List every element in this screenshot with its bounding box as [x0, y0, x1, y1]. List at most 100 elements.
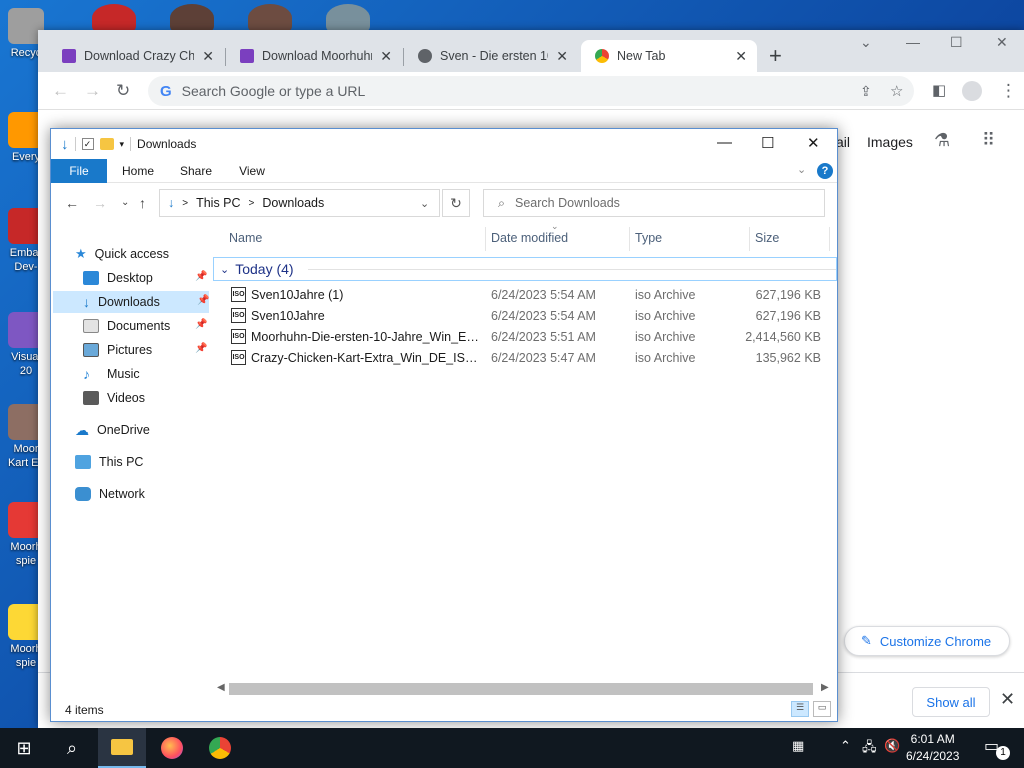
chrome-taskbar-icon[interactable]	[196, 728, 244, 768]
apps-grid-icon[interactable]: ⠿	[982, 130, 995, 151]
pin-icon[interactable]: 📌	[195, 343, 207, 354]
desktop-app-icon[interactable]	[92, 4, 136, 32]
close-window-button[interactable]: ✕	[807, 134, 820, 152]
close-window-button[interactable]: ✕	[996, 34, 1008, 51]
network-status-icon[interactable]: 🖧	[862, 738, 877, 760]
column-header-type[interactable]: Type	[635, 231, 662, 245]
tab-sven[interactable]: Sven - Die ersten 10 ✕	[404, 40, 578, 72]
expand-ribbon-chevron-icon[interactable]: ⌄	[797, 163, 806, 176]
customize-qat-chevron-icon[interactable]: ▾	[120, 139, 125, 150]
column-divider[interactable]	[829, 227, 830, 251]
nav-pictures[interactable]: Pictures 📌	[83, 339, 209, 361]
forward-arrow-icon[interactable]: →	[84, 81, 101, 101]
show-all-button[interactable]: Show all	[912, 687, 990, 717]
gmail-link[interactable]: ail	[836, 134, 850, 150]
details-view-icon[interactable]: ☰	[791, 701, 809, 717]
menu-kebab-icon[interactable]: ⋮	[1000, 81, 1017, 101]
images-link[interactable]: Images	[867, 134, 913, 150]
file-row[interactable]: ISO Sven10Jahre (1) 6/24/2023 5:54 AM iso A…	[227, 285, 837, 306]
tab-home[interactable]: Home	[113, 159, 163, 183]
tab-download-moorhuhn[interactable]: Download Moorhuhn ✕	[226, 40, 402, 72]
column-header-date-modified[interactable]: Date modified	[491, 231, 568, 245]
search-box[interactable]: ⌕ Search Downloads	[483, 189, 825, 217]
maximize-button[interactable]: ☐	[761, 134, 774, 152]
up-arrow-icon[interactable]: ↑	[139, 195, 146, 211]
large-icons-view-icon[interactable]: ▭	[813, 701, 831, 717]
tab-download-crazy-chicken[interactable]: Download Crazy Chic ✕	[48, 40, 224, 72]
nav-onedrive[interactable]: ☁ OneDrive	[75, 419, 150, 441]
address-dropdown-chevron-icon[interactable]: ⌄	[420, 197, 429, 210]
maximize-button[interactable]: ☐	[950, 34, 963, 51]
file-explorer-taskbar-icon[interactable]	[98, 728, 146, 768]
profile-avatar-icon[interactable]	[962, 81, 982, 101]
column-header-size[interactable]: Size	[755, 231, 779, 245]
file-row[interactable]: ISO Moorhuhn-Die-ersten-10-Jahre_Win_EN_.…	[227, 327, 837, 348]
file-row[interactable]: ISO Crazy-Chicken-Kart-Extra_Win_DE_ISO-V…	[227, 348, 837, 369]
tab-new-tab[interactable]: New Tab ✕	[581, 40, 757, 72]
recent-locations-chevron-icon[interactable]: ⌄	[121, 197, 129, 208]
close-tab-icon[interactable]: ✕	[380, 48, 392, 65]
scroll-left-icon[interactable]: ◀	[217, 682, 225, 693]
properties-checkbox-icon[interactable]: ✓	[81, 138, 94, 150]
search-icon[interactable]: ⌕	[48, 728, 96, 768]
nav-music[interactable]: ♪ Music	[83, 363, 140, 385]
column-divider[interactable]	[749, 227, 750, 251]
tab-file[interactable]: File	[51, 159, 107, 183]
close-tab-icon[interactable]: ✕	[556, 48, 568, 65]
nav-desktop[interactable]: Desktop 📌	[83, 267, 209, 289]
labs-flask-icon[interactable]: ⚗	[934, 130, 950, 151]
nav-this-pc[interactable]: This PC	[75, 451, 143, 473]
horizontal-scrollbar[interactable]: ◀ ▶	[215, 681, 833, 697]
pin-icon[interactable]: 📌	[195, 319, 207, 330]
group-header-today[interactable]: ⌄ Today (4)	[213, 257, 837, 281]
back-arrow-icon[interactable]: ←	[65, 195, 79, 211]
breadcrumb-downloads[interactable]: Downloads	[262, 196, 324, 210]
nav-documents[interactable]: Documents 📌	[83, 315, 209, 337]
desktop-app-icon[interactable]	[326, 4, 370, 32]
desktop-app-icon[interactable]	[170, 4, 214, 32]
collapse-chevron-icon[interactable]: ⌄	[220, 263, 229, 276]
nav-label: Quick access	[94, 247, 169, 261]
refresh-button[interactable]: ↻	[442, 189, 470, 217]
scrollbar-thumb[interactable]	[229, 683, 813, 695]
nav-quick-access[interactable]: ★ Quick access	[75, 243, 169, 265]
show-hidden-icons-chevron-icon[interactable]: ⌃	[840, 738, 851, 754]
minimize-button[interactable]: —	[906, 34, 920, 50]
omnibox[interactable]: G Search Google or type a URL ⇪ ☆	[148, 76, 914, 106]
clock[interactable]: 6:01 AM 6/24/2023	[906, 731, 959, 765]
breadcrumb-this-pc[interactable]: This PC	[196, 196, 240, 210]
address-bar[interactable]: ↓ > This PC > Downloads ⌄	[159, 189, 440, 217]
volume-muted-icon[interactable]: 🔇	[884, 738, 900, 754]
nav-videos[interactable]: Videos	[83, 387, 145, 409]
share-icon[interactable]: ⇪	[860, 83, 872, 100]
column-header-name[interactable]: Name	[229, 231, 262, 245]
back-arrow-icon[interactable]: ←	[52, 81, 69, 101]
minimize-button[interactable]: —	[717, 134, 732, 151]
keyboard-icon[interactable]: ▦	[792, 738, 804, 754]
new-tab-button[interactable]: +	[769, 43, 782, 69]
close-download-bar-icon[interactable]: ✕	[1000, 689, 1015, 710]
pin-icon[interactable]: 📌	[195, 271, 207, 282]
forward-arrow-icon[interactable]: →	[93, 195, 107, 211]
column-divider[interactable]	[629, 227, 630, 251]
help-icon[interactable]: ?	[817, 163, 833, 179]
side-panel-icon[interactable]: ◧	[932, 81, 946, 99]
close-tab-icon[interactable]: ✕	[202, 48, 214, 65]
file-row[interactable]: ISO Sven10Jahre 6/24/2023 5:54 AM iso Archi…	[227, 306, 837, 327]
close-tab-icon[interactable]: ✕	[735, 48, 747, 65]
scroll-right-icon[interactable]: ▶	[821, 682, 829, 693]
nav-network[interactable]: Network	[75, 483, 145, 505]
firefox-taskbar-icon[interactable]	[148, 728, 196, 768]
tab-search-chevron-icon[interactable]: ⌄	[860, 34, 872, 51]
desktop-app-icon[interactable]	[248, 4, 292, 32]
start-windows-icon[interactable]: ⊞	[0, 728, 48, 768]
reload-icon[interactable]: ↻	[116, 81, 130, 101]
tab-share[interactable]: Share	[171, 159, 221, 183]
column-divider[interactable]	[485, 227, 486, 251]
new-folder-icon[interactable]	[99, 138, 114, 150]
customize-chrome-button[interactable]: ✎ Customize Chrome	[844, 626, 1010, 656]
pin-icon[interactable]: 📌	[197, 295, 209, 306]
nav-downloads[interactable]: ↓ Downloads 📌	[53, 291, 209, 313]
tab-view[interactable]: View	[227, 159, 277, 183]
bookmark-star-icon[interactable]: ☆	[890, 82, 903, 100]
